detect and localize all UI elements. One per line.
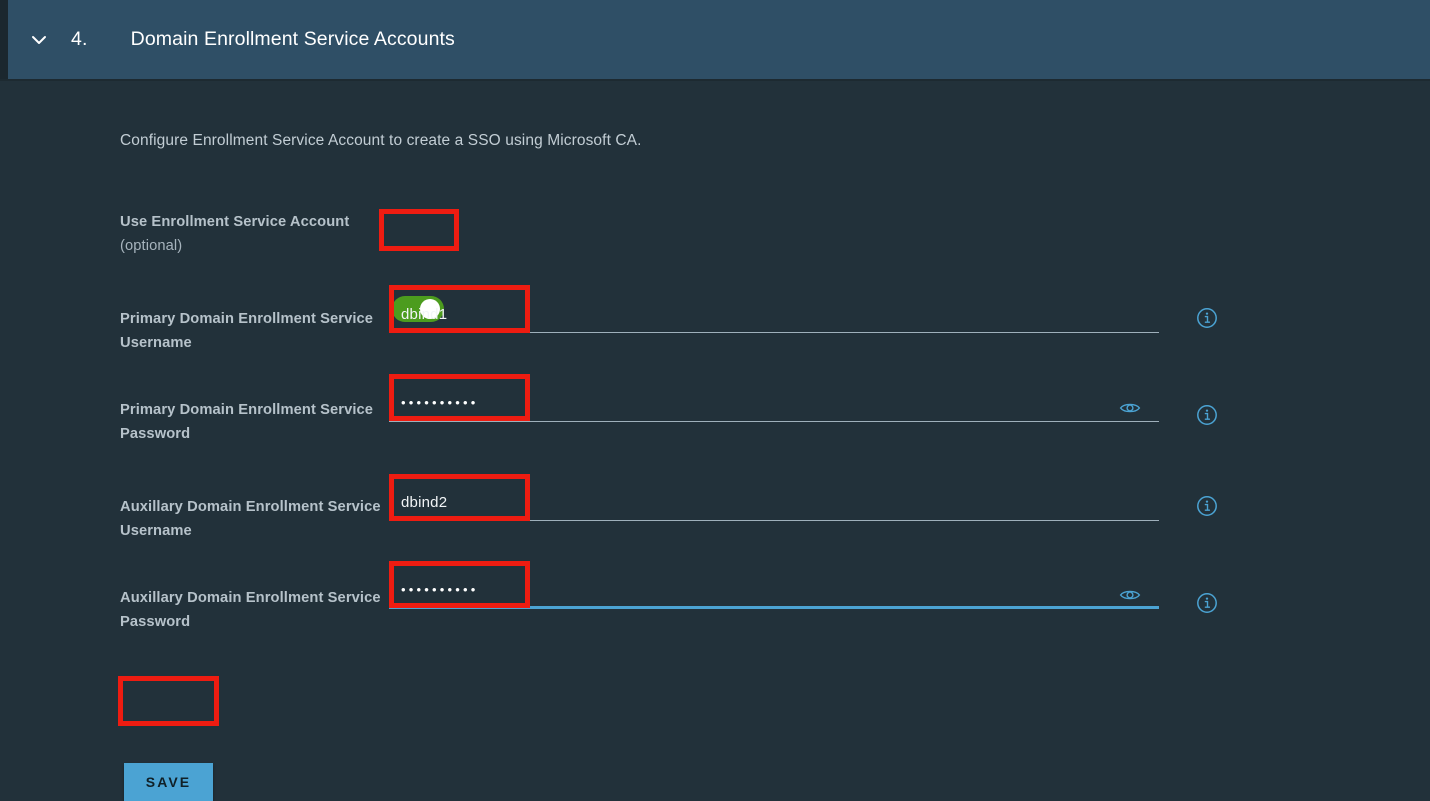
section-header-domain-enrollment[interactable]: 4. Domain Enrollment Service Accounts [8,0,1430,79]
label-primary-password: Primary Domain Enrollment Service Passwo… [120,402,374,442]
input-underline-focused [389,606,1159,609]
page-title: Domain Enrollment Service Accounts [130,28,455,50]
input-underline [389,520,1159,521]
label-optional-suffix: (optional) [120,238,183,254]
info-circle-icon[interactable] [1196,404,1218,426]
section-description: Configure Enrollment Service Account to … [120,132,642,149]
auxillary-username-value: dbind2 [401,494,448,511]
auxillary-password-input[interactable]: •••••••••• [389,563,1159,609]
info-circle-icon[interactable] [1196,307,1218,329]
input-underline [389,332,1159,333]
info-circle-icon[interactable] [1196,592,1218,614]
auxillary-username-input[interactable]: dbind2 [389,475,1159,521]
label-primary-username: Primary Domain Enrollment Service Userna… [120,311,374,351]
chevron-down-icon[interactable] [26,27,52,53]
save-button[interactable]: SAVE [124,763,213,801]
label-use-enrollment-service-account: Use Enrollment Service Account (optional… [120,210,385,258]
input-underline [389,421,1159,422]
label-text: Use Enrollment Service Account [120,214,350,230]
primary-password-value: •••••••••• [401,395,479,410]
header-left-gutter [0,0,8,79]
eye-icon[interactable] [1119,587,1141,603]
settings-page: 4. Domain Enrollment Service Accounts Co… [0,0,1430,801]
label-auxillary-username: Auxillary Domain Enrollment Service User… [120,499,381,539]
eye-icon[interactable] [1119,400,1141,416]
primary-username-input[interactable]: dbind1 [389,287,1159,333]
section-number: 4. [71,28,88,50]
info-circle-icon[interactable] [1196,495,1218,517]
auxillary-password-value: •••••••••• [401,582,479,597]
primary-username-value: dbind1 [401,306,448,323]
label-auxillary-password: Auxillary Domain Enrollment Service Pass… [120,590,381,630]
primary-password-input[interactable]: •••••••••• [389,376,1159,422]
section-body: Configure Enrollment Service Account to … [0,81,1430,801]
